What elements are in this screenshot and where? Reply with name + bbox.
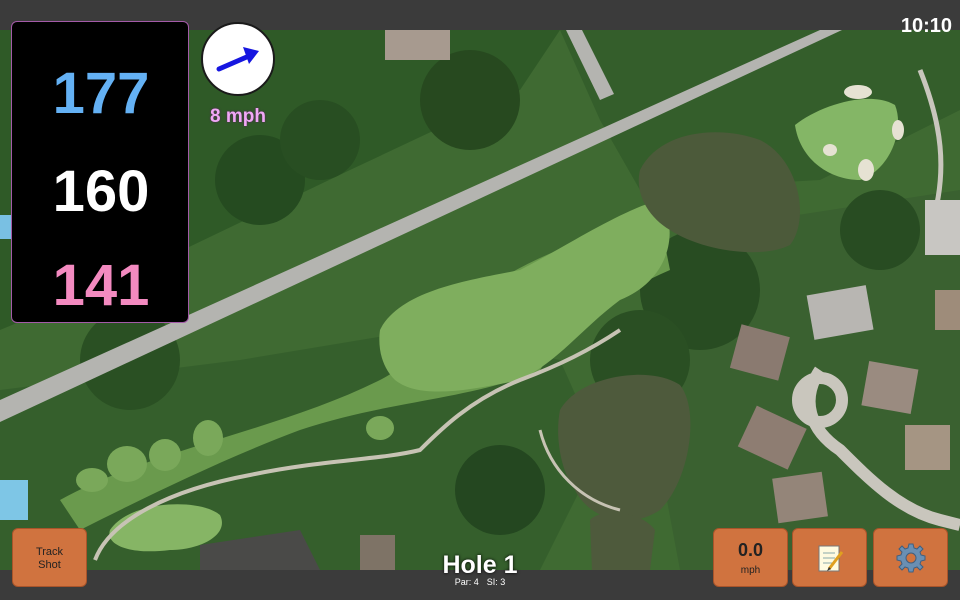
gear-icon xyxy=(896,543,926,573)
notepad-icon xyxy=(818,545,844,572)
front-distance: 141 xyxy=(52,253,150,318)
wind-direction-dial xyxy=(201,22,275,96)
notes-button[interactable] xyxy=(792,528,867,587)
hole-stroke-index: SI: 3 xyxy=(486,577,506,587)
middle-distance: 160 xyxy=(52,159,150,224)
hole-info: Par: 4 SI: 3 xyxy=(380,577,580,588)
back-distance: 177 xyxy=(52,61,150,126)
clock-time: 10:10 xyxy=(900,15,952,37)
settings-button[interactable] xyxy=(873,528,948,587)
distance-panel: 177 160 141 xyxy=(11,21,189,323)
wind-arrow-icon xyxy=(216,47,259,72)
speed-value: 0.0 xyxy=(737,540,764,560)
track-shot-button[interactable]: Track Shot xyxy=(12,528,87,587)
hole-title: Hole 1 xyxy=(442,551,518,579)
track-shot-label: Track Shot xyxy=(35,546,64,571)
hole-par: Par: 4 xyxy=(454,577,479,587)
speed-unit: mph xyxy=(740,565,761,576)
speed-button[interactable]: 0.0 mph xyxy=(713,528,788,587)
wind-speed-label: 8 mph xyxy=(210,106,266,127)
